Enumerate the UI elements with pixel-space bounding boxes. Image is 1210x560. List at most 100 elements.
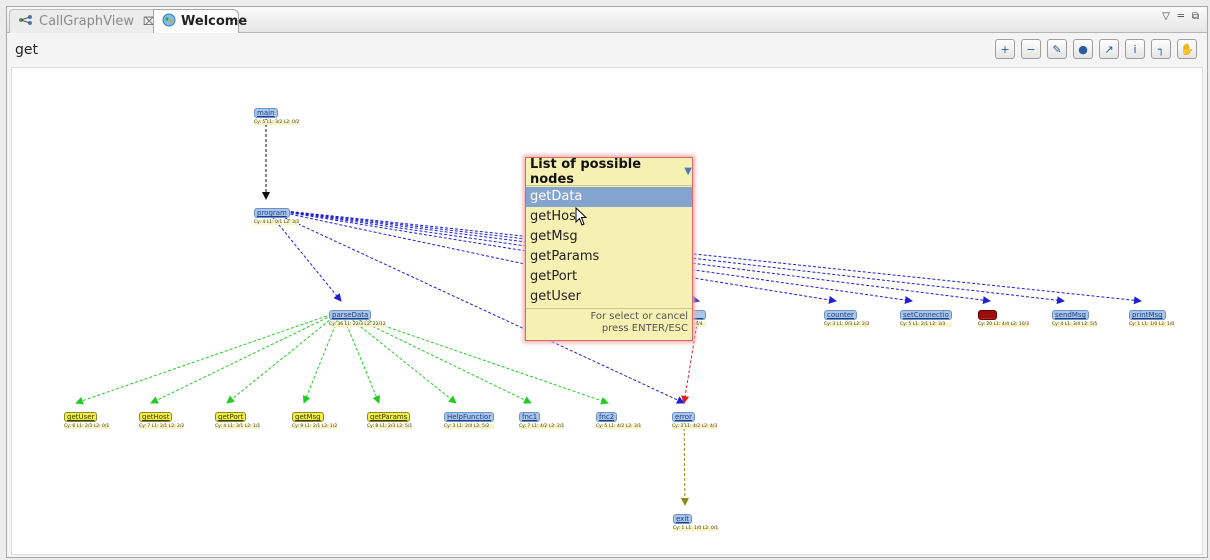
graph-node-getMsg[interactable]: getMsg Cy: 9 L1: 2/1 L2: 1/2: [292, 404, 338, 429]
popup-item-getPort[interactable]: getPort: [526, 267, 692, 287]
node-stats: Cy: 1 L1: 1/0 L2: 1/0: [1129, 322, 1175, 327]
minimize-icon[interactable]: ═: [1178, 11, 1184, 22]
popup-item-getData[interactable]: getData: [526, 187, 692, 207]
search-input[interactable]: get: [15, 42, 38, 58]
popup-item-getUser[interactable]: getUser: [526, 287, 692, 307]
node-stats: Cy: 6 L1: 2/3 L2: 0/1: [64, 424, 110, 429]
graph-node-getPort[interactable]: getPort Cy: 4 L1: 3/1 L2: 1/1: [215, 404, 261, 429]
graph-node-fnc1[interactable]: fnc1 Cy: 7 L1: 4/2 L2: 2/1: [519, 404, 565, 429]
tab-welcome[interactable]: Welcome: [153, 9, 247, 33]
edge-icon: ↗: [1104, 42, 1114, 56]
zoom-out-button[interactable]: −: [1021, 39, 1041, 59]
tree-icon: ┐: [1157, 42, 1165, 56]
graph-node-main[interactable]: main Cy: 5 L1: 3/2 L2: 0/2: [254, 100, 300, 125]
node-label: fnc2: [596, 412, 618, 422]
node-label: setConnectio: [900, 310, 952, 320]
node-stats: Cy: 36 L1: 22/3 L2: 22/12: [329, 322, 386, 327]
graph-edge-parseData-getPort: [226, 310, 342, 404]
node-stats: Cy: 20 L1: 4/4 L2: 10/3: [978, 322, 1029, 327]
graph-node-exit[interactable]: exit Cy: 1 L1: 1/0 L2: 0/1: [673, 506, 719, 531]
graph-node-error[interactable]: error Cy: 3 L1: 4/2 L2: 4/3: [672, 404, 718, 429]
node-label: getUser: [64, 412, 98, 422]
view-controls: ▽ ═ ⧉: [1162, 11, 1199, 22]
graph-node-setConnection[interactable]: setConnectio Cy: 5 L1: 2/1 L2: 3/3: [900, 302, 952, 327]
node-label: counter: [824, 310, 857, 320]
possible-nodes-list: getData getHost getMsg getParams getPort getU…: [526, 187, 692, 307]
popup-item-getHost[interactable]: getHost: [526, 207, 692, 227]
toolbar-buttons: + − ✎ ● ↗ i ┐ ✋: [995, 39, 1197, 59]
call-graph-icon: [18, 14, 34, 30]
welcome-icon: [162, 13, 176, 31]
node-label: error: [672, 412, 695, 422]
node-stats: Cy: 8 L1: 2/3 L2: 5/1: [367, 424, 413, 429]
node-label: program: [254, 208, 290, 218]
node-stats: Cy: 5 L1: 3/2 L2: 0/2: [254, 120, 300, 125]
graph-toolbar: get + − ✎ ● ↗ i ┐ ✋: [7, 34, 1207, 66]
highlight-button[interactable]: ✎: [1047, 39, 1067, 59]
node-stats: Cy: 5 L1: 4/2 L2: 3/1: [596, 424, 642, 429]
node-label: getMsg: [292, 412, 324, 422]
graph-node-HelpFunction[interactable]: HelpFunctior Cy: 3 L1: 2/4 L2: 5/2: [444, 404, 495, 429]
popup-hint-line2: press ENTER/ESC: [601, 323, 688, 334]
graph-node-getHost[interactable]: getHost Cy: 7 L1: 2/1 L2: 2/2: [139, 404, 185, 429]
node-stats: Cy: 3 L1: 0/3 L2: 2/3: [824, 322, 870, 327]
popup-item-getParams[interactable]: getParams: [526, 247, 692, 267]
group-button[interactable]: ●: [1073, 39, 1093, 59]
tab-callgraphview[interactable]: CallGraphView ⌧: [9, 9, 157, 33]
graph-node-getUser[interactable]: getUser Cy: 6 L1: 2/3 L2: 0/1: [64, 404, 110, 429]
node-stats: Cy: 1 L1: 1/0 L2: 0/1: [673, 526, 719, 531]
graph-node-parseData[interactable]: parseData Cy: 36 L1: 22/3 L2: 22/12: [329, 302, 386, 327]
popup-title: List of possible nodes: [530, 156, 642, 187]
graph-node-program[interactable]: program Cy: 4 L1: 0/1 L2: 3/2: [254, 200, 300, 225]
node-label: getPort: [215, 412, 247, 422]
node-suggestion-popup[interactable]: List of possible nodes ▼ getData getHost g…: [525, 157, 693, 341]
graph-edge-parseData-getHost: [150, 310, 342, 404]
info-button[interactable]: i: [1125, 39, 1145, 59]
node-stats: Cy: 4 L1: 3/1 L2: 1/1: [215, 424, 261, 429]
node-stats: Cy: 9 L1: 2/1 L2: 1/2: [292, 424, 338, 429]
zoom-in-button[interactable]: +: [995, 39, 1015, 59]
node-label: parseData: [329, 310, 372, 320]
graph-node-sendMsg[interactable]: sendMsg Cy: 4 L1: 3/4 L2: 5/5: [1052, 302, 1098, 327]
view-menu-icon[interactable]: ▽: [1162, 11, 1170, 22]
tab-label: CallGraphView: [39, 14, 134, 29]
node-label: fnc1: [519, 412, 541, 422]
hand-icon: ✋: [1180, 42, 1194, 56]
node-label: exit: [673, 514, 693, 524]
popup-hint: For select or cancel press ENTER/ESC: [526, 308, 692, 340]
node-label: [978, 310, 998, 320]
tab-bar: CallGraphView ⌧ Welcome ▽ ═ ⧉: [7, 7, 1207, 33]
popup-hint-line1: For select or cancel: [590, 311, 689, 322]
graph-node-printMsg[interactable]: printMsg Cy: 1 L1: 1/0 L2: 1/0: [1129, 302, 1175, 327]
highlight-icon: ✎: [1052, 42, 1062, 56]
graph-node-fnc2[interactable]: fnc2 Cy: 5 L1: 4/2 L2: 3/1: [596, 404, 642, 429]
node-label: getParams: [367, 412, 411, 422]
node-stats: Cy: 4 L1: 3/4 L2: 5/5: [1052, 322, 1098, 327]
tree-button[interactable]: ┐: [1151, 39, 1171, 59]
group-icon: ●: [1078, 42, 1088, 56]
node-label: main: [254, 108, 278, 118]
node-label: getHost: [139, 412, 173, 422]
restore-icon[interactable]: ⧉: [1192, 11, 1199, 22]
zoom-in-icon: +: [1000, 42, 1010, 56]
node-label: printMsg: [1129, 310, 1166, 320]
node-stats: Cy: 3 L1: 4/2 L2: 4/3: [672, 424, 718, 429]
node-label: sendMsg: [1052, 310, 1089, 320]
popup-item-getMsg[interactable]: getMsg: [526, 227, 692, 247]
hand-button[interactable]: ✋: [1177, 39, 1197, 59]
node-stats: Cy: 7 L1: 2/1 L2: 2/2: [139, 424, 185, 429]
dropdown-arrow-icon[interactable]: ▼: [684, 166, 692, 177]
graph-edge-parseData-getUser: [75, 310, 342, 405]
graph-node-red[interactable]: Cy: 20 L1: 4/4 L2: 10/3: [978, 302, 1029, 327]
graph-edge-program-printMsg: [265, 208, 1142, 305]
graph-node-counter[interactable]: counter Cy: 3 L1: 0/3 L2: 2/3: [824, 302, 870, 327]
popup-header[interactable]: List of possible nodes ▼: [526, 156, 692, 187]
node-stats: Cy: 3 L1: 2/4 L2: 5/2: [444, 424, 495, 429]
graph-node-getParams[interactable]: getParams Cy: 8 L1: 2/3 L2: 5/1: [367, 404, 413, 429]
mouse-cursor-icon: [575, 206, 589, 231]
edge-button[interactable]: ↗: [1099, 39, 1119, 59]
zoom-out-icon: −: [1026, 42, 1036, 56]
node-stats: Cy: 5 L1: 2/1 L2: 3/3: [900, 322, 952, 327]
info-icon: i: [1133, 42, 1137, 56]
tab-label: Welcome: [181, 14, 248, 29]
